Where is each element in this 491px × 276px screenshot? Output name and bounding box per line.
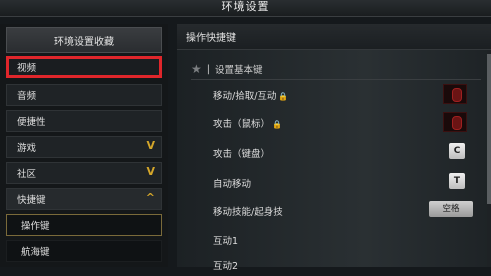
mouse-left-button-icon[interactable] — [443, 112, 467, 132]
sidebar-item-community[interactable]: 社区 V — [6, 162, 162, 184]
keybind-row: 互动2 — [207, 254, 487, 276]
keybind-label: 移动/拾取/互动 — [213, 91, 277, 102]
sidebar-item-label: 视频 — [17, 63, 37, 74]
favorites-button[interactable]: 环境设置收藏 — [6, 27, 162, 53]
sidebar-item-label: 航海键 — [21, 247, 50, 258]
sidebar-item-convenience[interactable]: 便捷性 — [6, 110, 162, 132]
panel-title: 操作快捷键 — [177, 24, 491, 50]
keybind-row: 攻击（键盘） C — [207, 142, 487, 164]
keybind-row: 攻击（鼠标） 🔒 — [207, 112, 487, 134]
sidebar-subitem-sailing-keys[interactable]: 航海键 — [6, 240, 162, 262]
keybind-key-button[interactable]: 空格 — [429, 201, 473, 217]
sidebar-item-video[interactable]: 视频 — [6, 56, 162, 78]
section-title: 设置基本键 — [214, 65, 263, 76]
lock-icon: 🔒 — [278, 92, 289, 101]
title-bar: 环境设置 — [0, 0, 491, 17]
keybind-key-button[interactable]: C — [449, 143, 465, 159]
keybind-label: 互动2 — [213, 261, 239, 272]
window-title: 环境设置 — [221, 0, 270, 13]
keybind-label: 移动技能/起身技 — [213, 207, 283, 218]
keybind-label: 攻击（鼠标） — [213, 119, 271, 130]
chevron-down-icon: V — [146, 165, 155, 178]
divider — [191, 79, 481, 80]
mouse-right-button-icon[interactable] — [443, 84, 467, 104]
keybind-row: 互动1 — [207, 229, 487, 251]
keybind-label: 攻击（键盘） — [213, 149, 271, 160]
sidebar-item-audio[interactable]: 音频 — [6, 84, 162, 106]
sidebar-item-label: 游戏 — [17, 143, 37, 154]
scrollbar-thumb[interactable] — [487, 54, 491, 204]
chevron-up-icon: ^ — [145, 191, 155, 204]
section-header: ★ | 设置基本键 — [191, 62, 262, 76]
sidebar-subitem-operation-keys[interactable]: 操作键 — [6, 214, 162, 236]
sidebar-item-game[interactable]: 游戏 V — [6, 136, 162, 158]
section-divider: | — [206, 63, 210, 75]
keybind-label: 互动1 — [213, 236, 239, 247]
sidebar-item-label: 快捷键 — [17, 195, 46, 206]
sidebar: 环境设置收藏 视频 音频 便捷性 游戏 V 社区 V 快捷键 ^ 操作键 航海键 — [0, 24, 168, 267]
sidebar-item-label: 操作键 — [21, 221, 50, 232]
sidebar-item-label: 音频 — [17, 91, 37, 102]
keybind-row: 移动/拾取/互动 🔒 — [207, 84, 487, 106]
sidebar-item-hotkeys[interactable]: 快捷键 ^ — [6, 188, 162, 210]
chevron-down-icon: V — [146, 139, 155, 152]
lock-icon: 🔒 — [272, 120, 282, 129]
keybind-label: 自动移动 — [213, 179, 252, 190]
star-icon[interactable]: ★ — [191, 62, 202, 76]
settings-panel: 操作快捷键 ★ | 设置基本键 移动/拾取/互动 🔒 攻击（鼠标） 🔒 攻击（键盘）… — [177, 24, 491, 272]
keybind-row: 自动移动 T — [207, 172, 487, 194]
keybind-key-button[interactable]: T — [449, 173, 465, 189]
sidebar-item-label: 便捷性 — [17, 117, 46, 128]
keybind-row: 移动技能/起身技 空格 — [207, 200, 487, 222]
sidebar-item-label: 社区 — [17, 169, 37, 180]
